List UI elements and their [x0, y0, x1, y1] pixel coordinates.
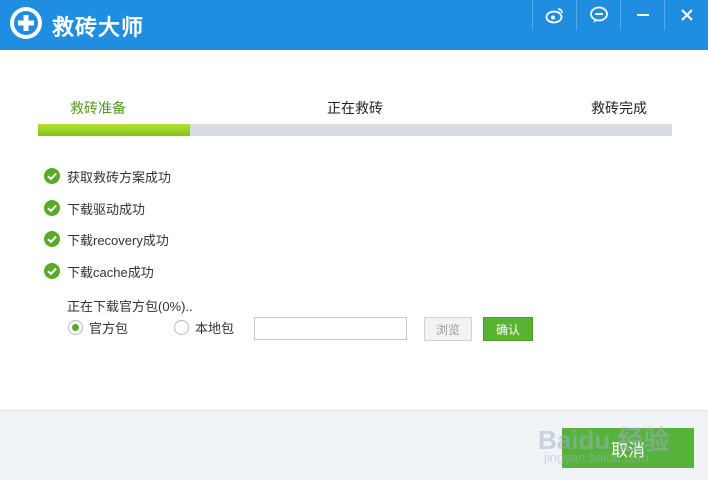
task-item-driver: 下载驱动成功: [44, 199, 145, 217]
radio-selected-dot: [72, 323, 79, 331]
radio-official-package[interactable]: 官方包: [68, 318, 128, 336]
check-icon: [44, 168, 60, 184]
task-item-recovery: 下载recovery成功: [44, 230, 169, 248]
check-icon: [44, 263, 60, 279]
task-label: 下载驱动成功: [67, 201, 146, 217]
app-logo-icon: [10, 7, 42, 39]
radio-local-package[interactable]: 本地包: [174, 318, 234, 336]
minimize-icon: [636, 8, 650, 22]
check-icon: [44, 231, 60, 247]
task-label: 下载cache成功: [67, 264, 154, 280]
task-label: 下载recovery成功: [67, 232, 169, 248]
minimize-button[interactable]: [620, 0, 664, 30]
title-bar: 救砖大师: [0, 0, 708, 50]
check-icon: [44, 200, 60, 216]
radio-button[interactable]: [68, 319, 83, 335]
progress-bar: [38, 124, 672, 136]
package-path-input[interactable]: [254, 317, 407, 340]
confirm-button[interactable]: 确认: [483, 317, 533, 341]
weibo-icon: [545, 6, 565, 24]
feedback-icon: [589, 6, 609, 24]
close-button[interactable]: [664, 0, 708, 30]
step-prepare: 救砖准备: [70, 100, 126, 116]
radio-label: 官方包: [89, 320, 129, 336]
step-in-progress: 正在救砖: [327, 100, 383, 116]
download-status: 正在下载官方包(0%)..: [67, 299, 193, 314]
close-icon: [680, 8, 694, 22]
progress-fill: [38, 124, 191, 136]
step-complete: 救砖完成: [591, 100, 647, 116]
radio-label: 本地包: [195, 320, 235, 336]
task-item-cache: 下载cache成功: [44, 262, 154, 280]
weibo-button[interactable]: [532, 0, 576, 30]
task-label: 获取救砖方案成功: [67, 169, 172, 185]
browse-button[interactable]: 浏览: [424, 317, 472, 341]
radio-button[interactable]: [174, 319, 189, 335]
task-item-plan: 获取救砖方案成功: [44, 167, 171, 185]
app-title: 救砖大师: [52, 15, 145, 40]
feedback-button[interactable]: [576, 0, 620, 30]
cancel-button[interactable]: 取消: [562, 428, 694, 468]
